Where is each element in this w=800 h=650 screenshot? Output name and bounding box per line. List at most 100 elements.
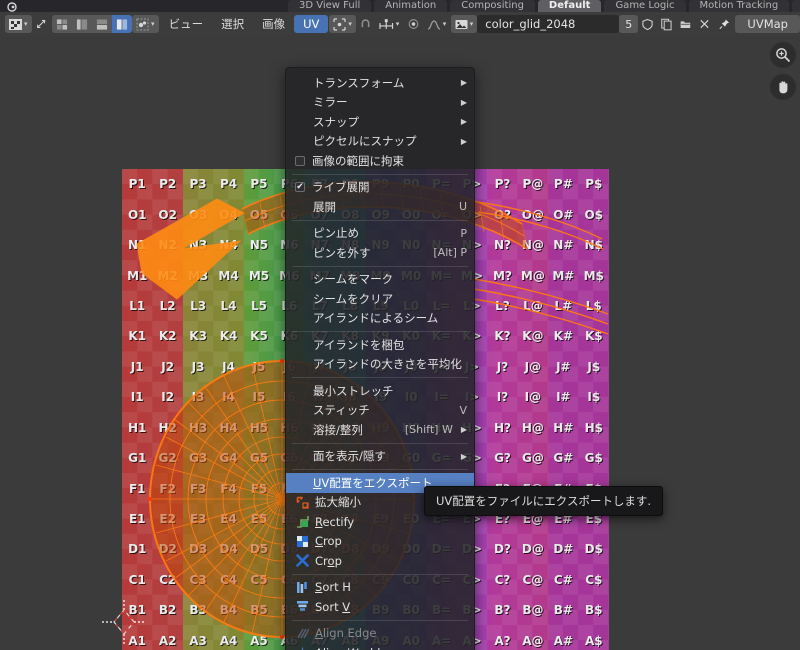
uv-grid-cell-label: L4 bbox=[220, 298, 237, 313]
menu-item-transform[interactable]: トランスフォーム ▶ bbox=[286, 73, 474, 93]
screen-layout-tab-2[interactable]: Compositing bbox=[450, 0, 535, 12]
pan-gizmo[interactable] bbox=[770, 74, 796, 100]
uv-grid-cell-label: L2 bbox=[159, 298, 176, 313]
new-image-button[interactable] bbox=[657, 15, 676, 33]
menu-item-seam-from-islands[interactable]: アイランドによるシーム bbox=[286, 309, 474, 329]
chevron-right-icon: ▶ bbox=[460, 136, 467, 146]
uvmap-layer-field[interactable]: UVMap bbox=[735, 15, 800, 33]
screen-layout-tab-3[interactable]: Default bbox=[537, 0, 602, 12]
uv-grid-cell: K? bbox=[487, 321, 517, 351]
menu-item-label: Sort H bbox=[315, 580, 351, 595]
unlink-image-button[interactable] bbox=[695, 15, 714, 33]
menu-item-crop-square[interactable]: Crop bbox=[286, 532, 474, 552]
pin-button[interactable] bbox=[715, 15, 734, 33]
uv-grid-cell: A4 bbox=[213, 626, 243, 650]
uv-grid-cell: F1 bbox=[122, 473, 152, 503]
menu-item-unpin[interactable]: ピンを外す [Alt] P bbox=[286, 243, 474, 263]
uv-grid-cell-label: L5 bbox=[250, 298, 267, 313]
menu-item-live-unwrap[interactable]: ✔ ライブ展開 bbox=[286, 178, 474, 198]
proportional-edit-button[interactable] bbox=[404, 15, 423, 33]
menu-item-align-world[interactable]: Align World bbox=[286, 643, 474, 650]
fake-user-button[interactable] bbox=[638, 15, 657, 33]
uv-island-select-button[interactable] bbox=[111, 15, 132, 33]
open-image-button[interactable] bbox=[676, 15, 695, 33]
uv-face-select-button[interactable] bbox=[91, 15, 112, 33]
uv-grid-cell-label: F2 bbox=[159, 481, 176, 496]
screen-layout-tabs[interactable]: 3D View Full Animation Compositing Default G… bbox=[288, 0, 800, 12]
uv-dropdown-menu[interactable]: トランスフォーム ▶ ミラー ▶ スナップ ▶ ピクセルにスナップ ▶ 画像の範囲に拘束 ✔ ライブ… bbox=[285, 67, 475, 650]
uv-vertex-select-button[interactable] bbox=[51, 15, 72, 33]
menu-item-stitch[interactable]: スティッチ V bbox=[286, 401, 474, 421]
screen-layout-tab-5[interactable]: Motion Tracking bbox=[688, 0, 790, 12]
uv-grid-cell-label: G5 bbox=[249, 451, 269, 466]
blender-logo-icon[interactable] bbox=[6, 1, 20, 12]
menu-item-minimize-stretch[interactable]: 最小ストレッチ bbox=[286, 381, 474, 401]
menu-item-pin[interactable]: ピン止め P bbox=[286, 224, 474, 244]
uv-grid-cell-label: M1 bbox=[127, 268, 148, 283]
menu-item-constrain-to-image-bounds[interactable]: 画像の範囲に拘束 bbox=[286, 151, 474, 171]
menu-view[interactable]: ビュー bbox=[160, 15, 213, 33]
image-name-field[interactable]: color_glid_2048 bbox=[477, 15, 620, 33]
uv-grid-cell: J$ bbox=[579, 352, 609, 382]
menu-item-crop-x[interactable]: Crop bbox=[286, 551, 474, 571]
proportional-edit-icon bbox=[408, 19, 419, 29]
menu-item-show-hide-faces[interactable]: 面を表示/隠す ▶ bbox=[286, 447, 474, 467]
pivot-point-dropdown[interactable]: ▾ bbox=[329, 15, 356, 33]
menu-item-label: ピン止め bbox=[313, 226, 359, 241]
menu-item-label: 溶接/整列 bbox=[313, 422, 363, 437]
screen-layout-tab-1[interactable]: Animation bbox=[374, 0, 448, 12]
menu-item-shortcut: [Alt] P bbox=[433, 246, 467, 260]
menu-item-average-island-scale[interactable]: アイランドの大きさを平均化 bbox=[286, 355, 474, 375]
chevron-down-icon: ▾ bbox=[151, 20, 155, 28]
snap-target-dropdown[interactable]: ▾ bbox=[375, 15, 403, 33]
uv-grid-cell-label: J2 bbox=[161, 359, 175, 374]
uv-grid-cell-label: P@ bbox=[522, 177, 544, 192]
menu-item-clear-seam[interactable]: シームをクリア bbox=[286, 289, 474, 309]
uv-grid-cell: M# bbox=[548, 260, 578, 290]
image-browse-button[interactable]: ▾ bbox=[450, 15, 478, 33]
uv-grid-cell: P? bbox=[487, 169, 517, 199]
checkbox-checked-icon[interactable]: ✔ bbox=[295, 182, 305, 193]
uv-grid-cell-label: H@ bbox=[521, 420, 544, 435]
uv-editor-canvas[interactable]: P1P2P3P4P5P6P7P8P9P0P=P>P?P@P#P$O1O2O3O4… bbox=[0, 36, 800, 650]
2d-cursor[interactable] bbox=[100, 598, 148, 646]
uv-mode-button[interactable] bbox=[32, 15, 51, 33]
uv-select-mode-group[interactable] bbox=[51, 15, 132, 33]
menu-item-sort-v[interactable]: Sort V bbox=[286, 597, 474, 617]
uv-grid-cell: N# bbox=[548, 230, 578, 260]
uv-grid-cell: B@ bbox=[518, 595, 548, 625]
menu-item-mark-seam[interactable]: シームをマーク bbox=[286, 270, 474, 290]
menu-select[interactable]: 選択 bbox=[212, 15, 253, 33]
proportional-falloff-dropdown[interactable]: ▾ bbox=[423, 15, 451, 33]
image-users-count[interactable]: 5 bbox=[619, 15, 639, 33]
menu-item-unwrap[interactable]: 展開 U bbox=[286, 197, 474, 217]
uv-grid-cell-label: G? bbox=[494, 451, 511, 466]
uv-edge-select-button[interactable] bbox=[71, 15, 92, 33]
uv-grid-cell: L2 bbox=[152, 291, 182, 321]
menu-item-sort-h[interactable]: Sort H bbox=[286, 578, 474, 598]
screen-layout-tab-0[interactable]: 3D View Full bbox=[288, 0, 372, 12]
uv-grid-cell-label: H# bbox=[553, 420, 574, 435]
menu-item-snap[interactable]: スナップ ▶ bbox=[286, 112, 474, 132]
screen-layout-tab-4[interactable]: Game Logic bbox=[604, 0, 686, 12]
uv-grid-cell: B4 bbox=[213, 595, 243, 625]
uv-grid-cell-label: E5 bbox=[250, 512, 268, 527]
uv-grid-cell: F5 bbox=[244, 473, 274, 503]
checkbox-unchecked-icon[interactable] bbox=[295, 155, 305, 166]
editor-type-button[interactable]: ▾ bbox=[5, 15, 32, 33]
uv-grid-cell: I5 bbox=[244, 382, 274, 412]
screen-layout-tab-6[interactable]: Scripting bbox=[792, 0, 800, 12]
menu-item-mirror[interactable]: ミラー ▶ bbox=[286, 93, 474, 113]
sticky-selection-button[interactable]: ▾ bbox=[132, 15, 159, 33]
uv-grid-cell: C2 bbox=[152, 565, 182, 595]
menu-item-weld-align[interactable]: 溶接/整列 [Shift] W ▶ bbox=[286, 420, 474, 440]
menu-item-pack-islands[interactable]: アイランドを梱包 bbox=[286, 335, 474, 355]
navigation-gizmos[interactable] bbox=[770, 42, 796, 100]
snap-toggle-button[interactable] bbox=[356, 15, 375, 33]
menu-item-snap-to-pixels[interactable]: ピクセルにスナップ ▶ bbox=[286, 132, 474, 152]
menu-uv[interactable]: UV bbox=[294, 15, 329, 33]
uv-grid-cell-label: A4 bbox=[219, 633, 238, 648]
uv-grid-cell-label: O1 bbox=[127, 207, 147, 222]
menu-image[interactable]: 画像 bbox=[253, 15, 294, 33]
zoom-gizmo[interactable] bbox=[770, 42, 796, 68]
